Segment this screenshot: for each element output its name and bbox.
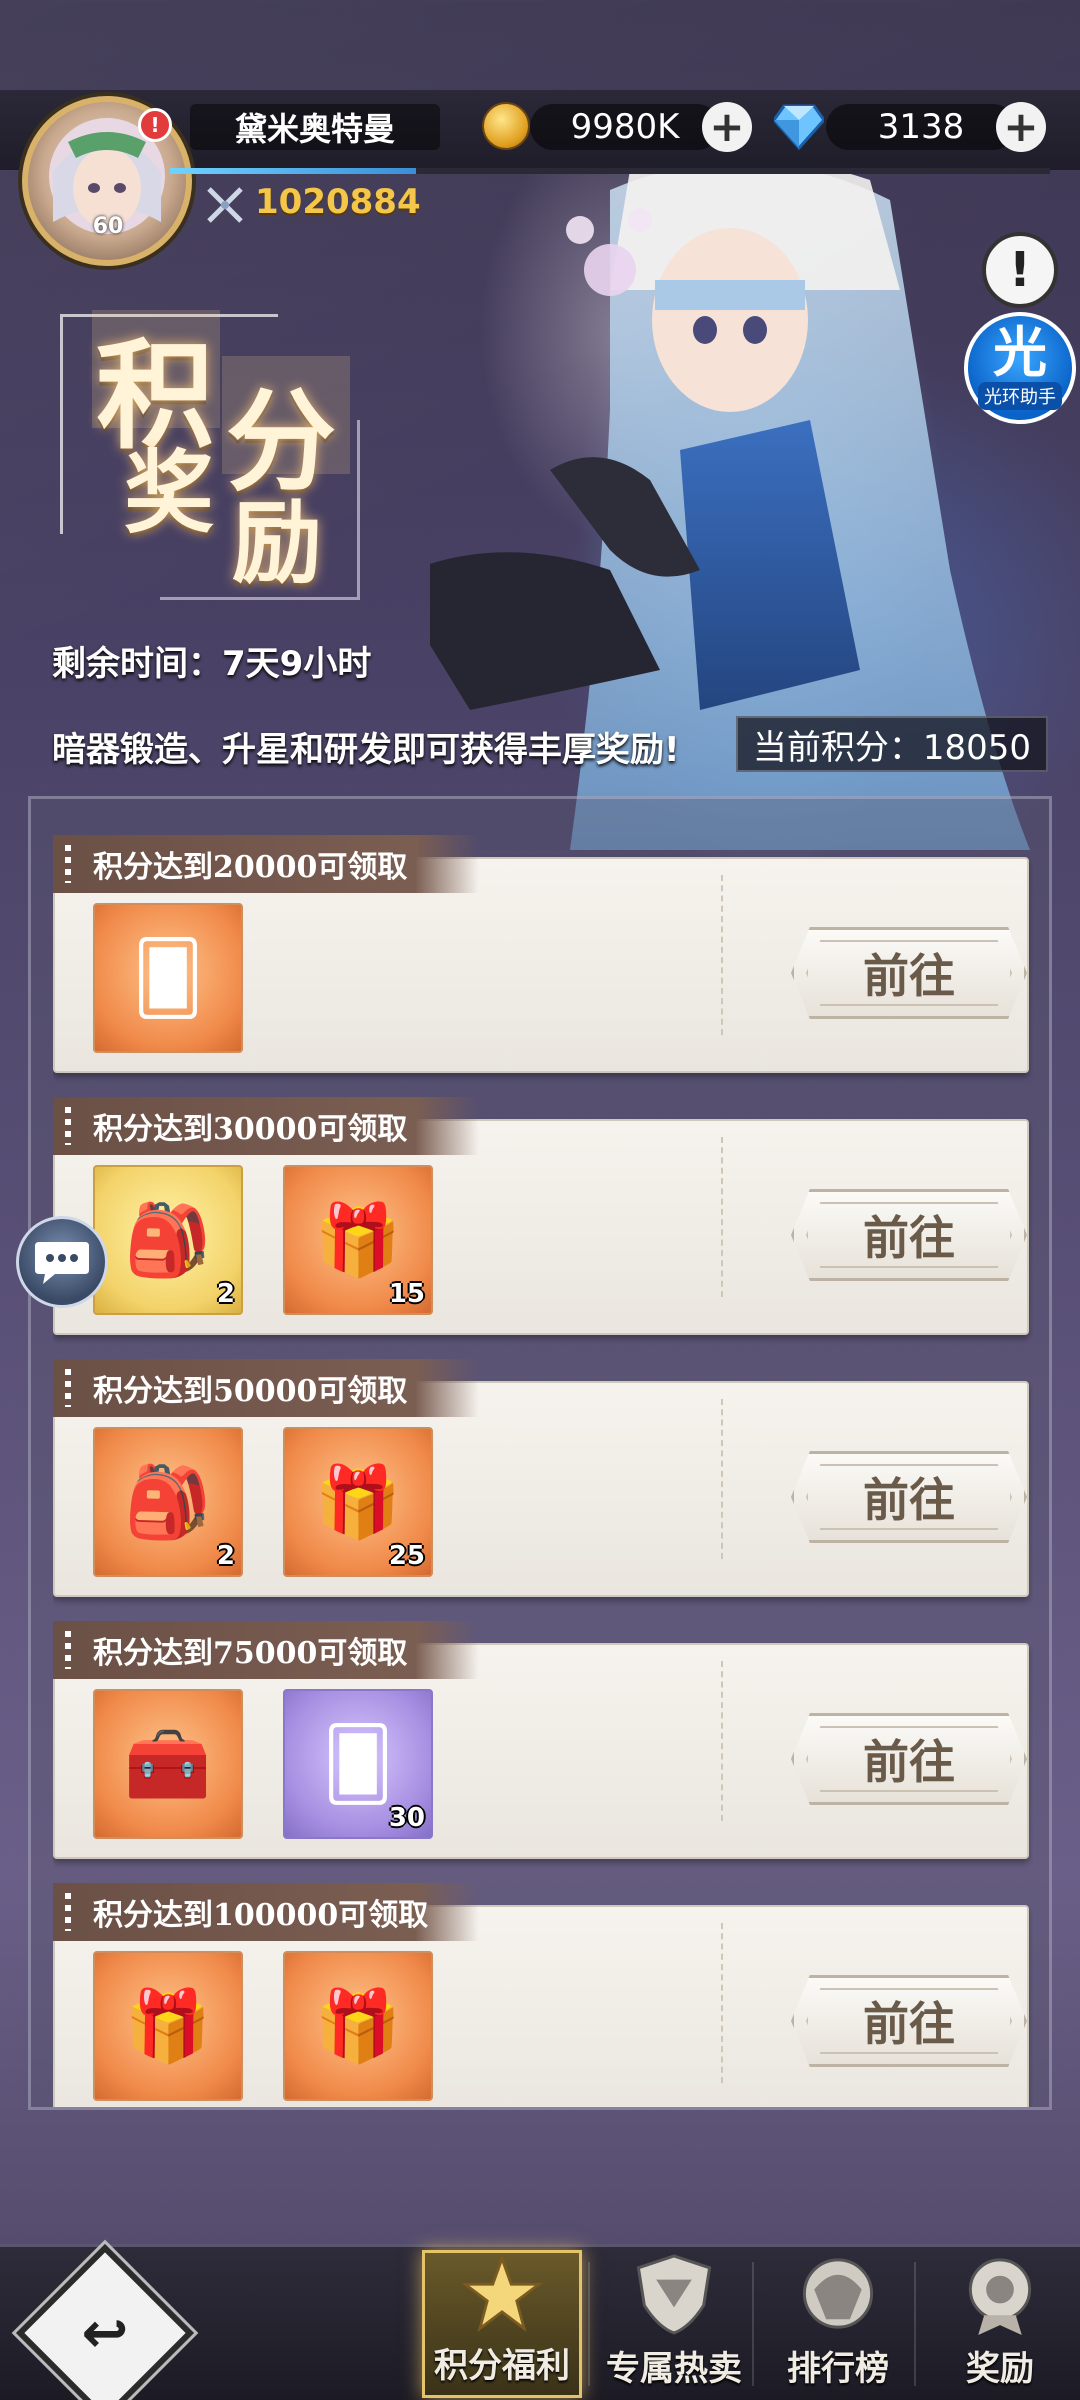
- nav-tab-label: 奖励: [966, 2349, 1034, 2389]
- reward-threshold-title: 积分达到50000可领取: [53, 1359, 479, 1417]
- goto-button-label: 前往: [863, 1997, 955, 2051]
- title-dots-decoration: [65, 1893, 71, 1931]
- gold-amount: 9980K: [530, 104, 720, 150]
- goto-button-label: 前往: [863, 949, 955, 1003]
- reward-item-count: 30: [388, 1803, 425, 1833]
- assistant-icon: 光: [993, 321, 1047, 384]
- reward-item[interactable]: 🎁 15: [283, 1165, 433, 1315]
- reward-threshold-label: 积分达到50000可领取: [93, 1374, 408, 1409]
- experience-bar: [170, 168, 1050, 174]
- nav-separator: [588, 2262, 590, 2386]
- reward-threshold-title: 积分达到100000可领取: [53, 1883, 479, 1941]
- diamond-amount: 3138: [826, 104, 1016, 150]
- reward-list-panel: 积分达到20000可领取 🂠 前往 积分达到30000可领取 🎒 2 🎁 15 前往 积分达到50…: [28, 796, 1052, 2110]
- add-diamond-button[interactable]: +: [996, 102, 1046, 152]
- goto-button[interactable]: 前往: [791, 1451, 1027, 1543]
- crest-emblem-icon: [802, 2258, 874, 2329]
- goto-button[interactable]: 前往: [791, 1189, 1027, 1281]
- reward-item-count: 25: [388, 1541, 425, 1571]
- assistant-button[interactable]: 光 光环助手: [964, 312, 1076, 424]
- title-dots-decoration: [65, 1631, 71, 1669]
- star-emblem-icon: [461, 2254, 543, 2332]
- reward-item[interactable]: 🂠: [93, 903, 243, 1053]
- reward-item[interactable]: 🎁: [283, 1951, 433, 2101]
- reward-card: 积分达到75000可领取 🧰 🂠 30 前往: [53, 1621, 1033, 1865]
- crossed-swords-icon: [207, 187, 243, 223]
- title-dots-decoration: [65, 1107, 71, 1145]
- goto-button[interactable]: 前往: [791, 1975, 1027, 2067]
- reward-item[interactable]: 🂠 30: [283, 1689, 433, 1839]
- back-arrow-icon: ↩: [81, 2300, 129, 2366]
- nav-tab[interactable]: 专属热卖: [594, 2250, 754, 2398]
- experience-fill: [170, 168, 417, 174]
- add-gold-button[interactable]: +: [702, 102, 752, 152]
- player-name: 黛米奥特曼: [190, 104, 440, 150]
- title-dots-decoration: [65, 1369, 71, 1407]
- reward-card: 积分达到30000可领取 🎒 2 🎁 15 前往: [53, 1097, 1033, 1341]
- reward-item[interactable]: 🎒 2: [93, 1165, 243, 1315]
- current-score: 当前积分：18050: [736, 716, 1048, 772]
- nav-tab-label: 积分福利: [434, 2346, 570, 2386]
- goto-button-label: 前往: [863, 1211, 955, 1265]
- card-pack-icon: 🂠: [132, 937, 204, 1019]
- card-divider: [721, 1923, 723, 2083]
- reward-item-count: 2: [216, 1541, 235, 1571]
- event-title-char: 奖: [124, 440, 214, 546]
- chat-bubble-icon: [35, 1242, 89, 1284]
- reward-item-count: 15: [388, 1279, 425, 1309]
- reward-item[interactable]: 🎒 2: [93, 1427, 243, 1577]
- reward-item[interactable]: 🎁 25: [283, 1427, 433, 1577]
- alert-badge: !: [138, 108, 172, 142]
- gold-coin-icon: [482, 102, 530, 150]
- reward-item[interactable]: 🎁: [93, 1951, 243, 2101]
- reward-item[interactable]: 🧰: [93, 1689, 243, 1839]
- reward-card: 积分达到50000可领取 🎒 2 🎁 25 前往: [53, 1359, 1033, 1603]
- event-title-char: 励: [232, 490, 322, 596]
- remaining-time: 剩余时间：7天9小时: [52, 644, 372, 684]
- card-divider: [721, 1399, 723, 1559]
- reward-card: 积分达到20000可领取 🂠 前往: [53, 835, 1033, 1079]
- info-button[interactable]: !: [982, 232, 1058, 308]
- goto-button-label: 前往: [863, 1735, 955, 1789]
- event-tip: 暗器锻造、升星和研发即可获得丰厚奖励!: [52, 730, 680, 770]
- nav-tab-label: 专属热卖: [606, 2349, 742, 2389]
- reward-threshold-label: 积分达到30000可领取: [93, 1112, 408, 1147]
- red-gift-bag-icon: 🎁: [124, 1984, 212, 2067]
- reward-item-count: 2: [216, 1279, 235, 1309]
- medal-emblem-icon: [968, 2258, 1032, 2336]
- card-divider: [721, 1661, 723, 1821]
- goto-button[interactable]: 前往: [791, 927, 1027, 1019]
- combat-power: 1020884: [255, 182, 421, 222]
- reward-threshold-label: 积分达到20000可领取: [93, 850, 408, 885]
- red-gift-bag-icon: 🎁: [314, 1984, 402, 2067]
- shield-emblem-icon: [636, 2254, 712, 2335]
- reward-threshold-label: 积分达到100000可领取: [93, 1898, 429, 1933]
- reward-threshold-title: 积分达到75000可领取: [53, 1621, 479, 1679]
- reward-list[interactable]: 积分达到20000可领取 🂠 前往 积分达到30000可领取 🎒 2 🎁 15 前往 积分达到50…: [53, 835, 1033, 2107]
- reward-threshold-title: 积分达到30000可领取: [53, 1097, 479, 1155]
- card-divider: [721, 1137, 723, 1297]
- treasure-chest-icon: 🧰: [124, 1722, 212, 1805]
- reward-threshold-label: 积分达到75000可领取: [93, 1636, 408, 1671]
- player-level: 60: [92, 214, 124, 239]
- title-dots-decoration: [65, 845, 71, 883]
- assistant-label: 光环助手: [978, 382, 1062, 410]
- chat-button[interactable]: [16, 1216, 108, 1308]
- reward-threshold-title: 积分达到20000可领取: [53, 835, 479, 893]
- goto-button-label: 前往: [863, 1473, 955, 1527]
- reward-card: 积分达到100000可领取 🎁 🎁 前往: [53, 1883, 1033, 2107]
- nav-tab-label: 排行榜: [787, 2349, 889, 2389]
- goto-button[interactable]: 前往: [791, 1713, 1027, 1805]
- nav-tab[interactable]: 排行榜: [758, 2250, 918, 2398]
- nav-separator: [914, 2262, 916, 2386]
- card-divider: [721, 875, 723, 1035]
- diamond-icon: [774, 104, 824, 150]
- nav-tab[interactable]: 积分福利: [422, 2250, 582, 2398]
- nav-tab[interactable]: 奖励: [920, 2250, 1080, 2398]
- nav-separator: [752, 2262, 754, 2386]
